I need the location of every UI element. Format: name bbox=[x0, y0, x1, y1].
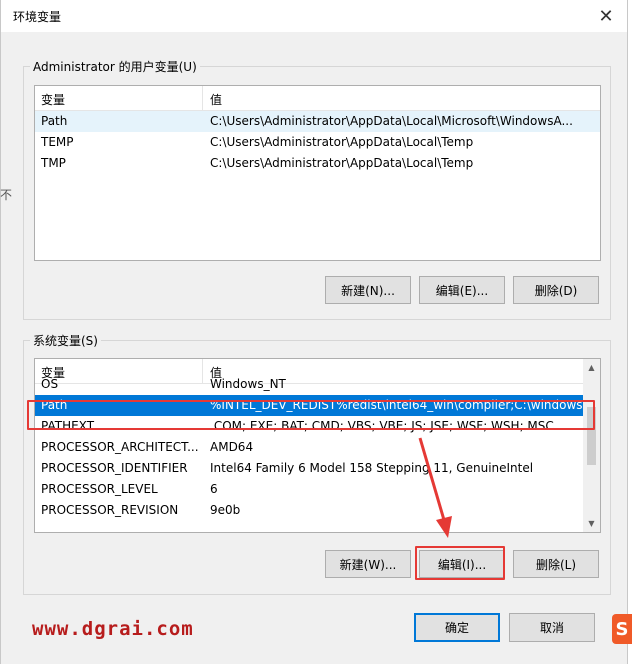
user-variables-list[interactable]: 变量 值 Path C:\Users\Administrator\AppData… bbox=[34, 85, 601, 261]
variable-value: C:\Users\Administrator\AppData\Local\Tem… bbox=[210, 135, 474, 149]
column-separator[interactable] bbox=[202, 86, 203, 110]
system-delete-button[interactable]: 删除(L) bbox=[513, 550, 599, 578]
table-row[interactable]: PROCESSOR_LEVEL 6 bbox=[35, 479, 583, 500]
list-header: 变量 值 bbox=[35, 86, 600, 111]
system-variables-list[interactable]: 变量 值 OS Windows_NT Path %INTEL_DEV_REDIS… bbox=[34, 358, 601, 533]
variable-name: PROCESSOR_REVISION bbox=[41, 503, 179, 517]
user-edit-button[interactable]: 编辑(E)... bbox=[419, 276, 505, 304]
table-row[interactable]: TEMP C:\Users\Administrator\AppData\Loca… bbox=[35, 132, 600, 153]
close-icon: ✕ bbox=[598, 5, 614, 27]
variable-name: PROCESSOR_ARCHITECT... bbox=[41, 440, 199, 454]
variable-value: Windows_NT bbox=[210, 377, 286, 391]
environment-variables-dialog: 环境变量 ✕ Administrator 的用户变量(U) 变量 值 Path … bbox=[0, 0, 628, 664]
ok-button[interactable]: 确定 bbox=[414, 613, 500, 642]
table-row[interactable]: TMP C:\Users\Administrator\AppData\Local… bbox=[35, 153, 600, 174]
logo-icon: S bbox=[612, 614, 632, 644]
variable-name: PROCESSOR_LEVEL bbox=[41, 482, 158, 496]
variable-name: OS bbox=[41, 377, 59, 391]
scroll-down-icon[interactable]: ▼ bbox=[583, 515, 600, 532]
system-variables-label: 系统变量(S) bbox=[30, 332, 101, 349]
variable-name: TMP bbox=[41, 156, 66, 170]
close-button[interactable]: ✕ bbox=[593, 4, 619, 28]
vertical-scrollbar[interactable]: ▲ ▼ bbox=[583, 359, 600, 532]
edge-text: 不 bbox=[0, 188, 13, 202]
column-header-variable[interactable]: 变量 bbox=[41, 91, 65, 108]
cancel-button[interactable]: 取消 bbox=[509, 613, 595, 642]
variable-value: 6 bbox=[210, 482, 218, 496]
title-bar: 环境变量 ✕ bbox=[1, 0, 627, 32]
user-delete-button[interactable]: 删除(D) bbox=[513, 276, 599, 304]
variable-value: C:\Users\Administrator\AppData\Local\Mic… bbox=[210, 114, 573, 128]
system-new-button[interactable]: 新建(W)... bbox=[325, 550, 411, 578]
user-variables-label: Administrator 的用户变量(U) bbox=[30, 58, 200, 75]
table-row[interactable]: OS Windows_NT bbox=[35, 374, 583, 395]
edit-button-highlight bbox=[415, 546, 505, 580]
variable-value: AMD64 bbox=[210, 440, 254, 454]
table-row[interactable]: PROCESSOR_ARCHITECT... AMD64 bbox=[35, 437, 583, 458]
variable-name: PROCESSOR_IDENTIFIER bbox=[41, 461, 188, 475]
user-new-button[interactable]: 新建(N)... bbox=[325, 276, 411, 304]
table-row[interactable]: Path C:\Users\Administrator\AppData\Loca… bbox=[35, 111, 600, 132]
variable-name: Path bbox=[41, 114, 68, 128]
window-title: 环境变量 bbox=[13, 10, 62, 24]
scroll-up-icon[interactable]: ▲ bbox=[583, 359, 600, 376]
variable-value: 9e0b bbox=[210, 503, 241, 517]
variable-name: TEMP bbox=[41, 135, 74, 149]
watermark-text: www.dgrai.com bbox=[32, 618, 194, 640]
variable-value: C:\Users\Administrator\AppData\Local\Tem… bbox=[210, 156, 474, 170]
table-row[interactable]: PROCESSOR_REVISION 9e0b bbox=[35, 500, 583, 521]
path-row-highlight bbox=[27, 400, 595, 430]
column-header-value[interactable]: 值 bbox=[210, 91, 222, 108]
variable-value: Intel64 Family 6 Model 158 Stepping 11, … bbox=[210, 461, 534, 475]
table-row[interactable]: PROCESSOR_IDENTIFIER Intel64 Family 6 Mo… bbox=[35, 458, 583, 479]
